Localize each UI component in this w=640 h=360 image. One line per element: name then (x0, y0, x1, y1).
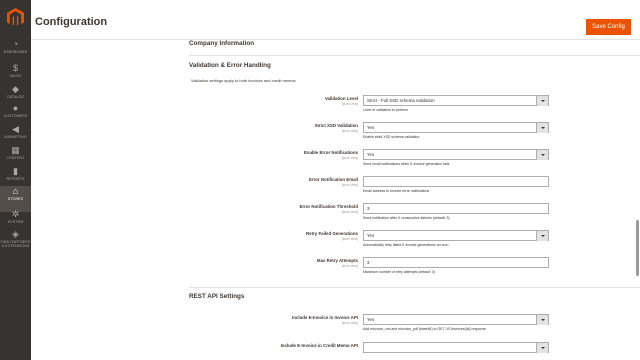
validation-level-label: Validation Level (324, 96, 358, 101)
strict-xsd-validation-select[interactable]: Yes (363, 122, 549, 133)
include-einvoice-invoice-api-select[interactable]: Yes (363, 314, 549, 325)
chevron-down-icon (536, 343, 548, 353)
page-header: Configuration Save Config (31, 0, 640, 40)
field-note: Enable strict XSD schema validation (363, 135, 420, 139)
save-config-button[interactable]: Save Config (586, 19, 631, 35)
dollar-icon: $ (12, 63, 18, 73)
enable-error-notifications-label: Enable Error Notifications (303, 150, 358, 155)
scope-label: [store view] (341, 237, 358, 241)
speedometer-icon: ◔ (12, 39, 19, 49)
validation-level-select[interactable]: Strict - Full XSD schema validation (363, 95, 549, 106)
error-notification-threshold-input[interactable]: 3 (363, 203, 549, 214)
config-content: Company Information ⌄ Validation & Error… (31, 40, 640, 360)
retry-failed-generations-select[interactable]: Yes (363, 230, 549, 241)
page-title: Configuration (35, 16, 108, 28)
strict-xsd-validation-label: Strict XSD Validation (314, 123, 358, 128)
store-icon: ⌂ (12, 186, 19, 196)
person-icon: ● (12, 103, 19, 113)
field-note: Email address to receive error notificat… (363, 189, 430, 193)
magento-logo-icon[interactable] (7, 8, 24, 27)
enable-error-notifications-select[interactable]: Yes (363, 149, 549, 160)
include-einvoice-credit-memo-api-select[interactable] (363, 342, 549, 353)
bar-chart-icon: ▮ (13, 166, 18, 176)
puzzle-icon: ◈ (12, 229, 19, 239)
scope-label: [store view] (341, 321, 358, 325)
scope-label: [store view] (341, 102, 358, 106)
field-note: Maximum number of retry attempts (defaul… (363, 270, 435, 274)
sidebar-item-dashboard[interactable]: ◔ DASHBOARD (0, 39, 31, 65)
section-company-information[interactable]: Company Information ⌄ (189, 40, 640, 54)
max-retry-attempts-label: Max Retry Attempts (316, 258, 358, 263)
field-note: Automatically retry failed E-invoice gen… (363, 243, 449, 247)
admin-sidebar: ◔ DASHBOARD $ SALES ◆ CATALOG ● CUSTOMER… (0, 0, 31, 360)
layout-icon: ▦ (11, 145, 20, 155)
scrollbar[interactable] (636, 220, 639, 276)
section-validation-error-handling[interactable]: Validation & Error Handling ⌄ (189, 62, 640, 76)
error-notification-email-input[interactable] (363, 176, 549, 187)
scope-label: [store view] (341, 156, 358, 160)
field-note: Send notification after X consecutive fa… (363, 216, 450, 220)
scope-label: [store view] (341, 210, 358, 214)
sidebar-item-find-partners[interactable]: ◈ FIND PARTNERS & EXTENSIONS (0, 229, 31, 255)
chevron-down-icon (536, 96, 548, 106)
divider (189, 287, 640, 288)
error-notification-email-label: Error Notification Email (308, 177, 358, 182)
max-retry-attempts-input[interactable]: 3 (363, 257, 549, 268)
field-note: Send email notifications when E-invoice … (363, 162, 450, 166)
field-note: Level of validation to perform (363, 108, 408, 112)
include-einvoice-credit-memo-api-label: Include E-Invoice in Credit Memo API (280, 343, 358, 348)
field-note: Add einvoice_xml and einvoice_pdf (base6… (363, 327, 486, 331)
gear-icon: ✲ (11, 209, 20, 219)
scope-label: [store view] (341, 129, 358, 133)
divider (189, 55, 640, 56)
cube-icon: ◆ (12, 84, 19, 94)
section-description: Validation settings apply to both invoic… (191, 78, 296, 83)
scope-label: [store view] (341, 264, 358, 268)
chevron-down-icon (536, 150, 548, 160)
retry-failed-generations-label: Retry Failed Generations (306, 231, 358, 236)
megaphone-icon: ◀ (12, 124, 19, 134)
error-notification-threshold-label: Error Notification Threshold (299, 204, 358, 209)
section-rest-api-settings[interactable]: REST API Settings ⌄ (189, 293, 640, 307)
chevron-down-icon (536, 123, 548, 133)
include-einvoice-invoice-api-label: Include E-Invoice in Invoice API (292, 315, 358, 320)
chevron-down-icon (536, 315, 548, 325)
chevron-down-icon (536, 231, 548, 241)
scope-label: [store view] (341, 183, 358, 187)
